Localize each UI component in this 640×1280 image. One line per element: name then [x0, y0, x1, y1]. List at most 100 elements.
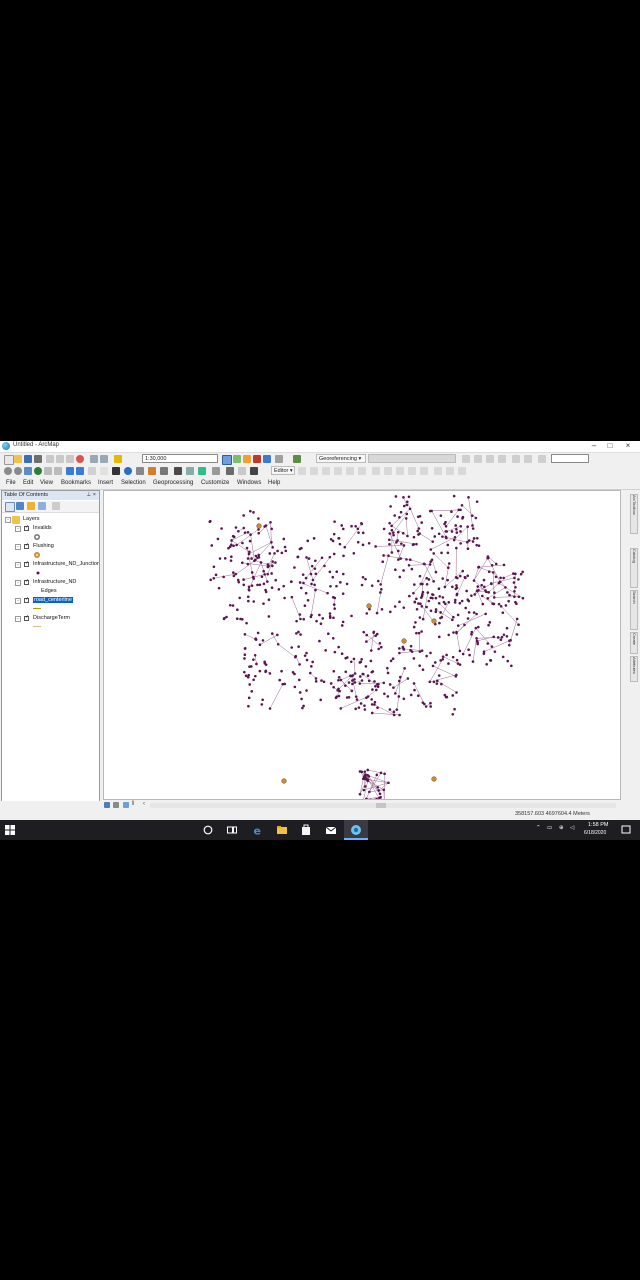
trace-icon[interactable]: [346, 467, 354, 475]
time-slider-icon[interactable]: [186, 467, 194, 475]
refresh-view-icon[interactable]: [123, 802, 129, 808]
editor-menu-button[interactable]: Editor ▾: [271, 466, 295, 475]
undo-icon[interactable]: [90, 455, 98, 463]
editor-toolbar-icon[interactable]: [222, 455, 232, 465]
fixed-zoom-in-icon[interactable]: [44, 467, 52, 475]
toc-options-icon[interactable]: [52, 502, 60, 510]
menu-windows[interactable]: Windows: [237, 480, 261, 486]
map-horizontal-scrollbar[interactable]: [150, 803, 616, 808]
layer-name-invalids[interactable]: Invalids: [33, 525, 52, 531]
menu-bookmarks[interactable]: Bookmarks: [61, 480, 91, 486]
edit-vertices-icon[interactable]: [372, 467, 380, 475]
hyperlink-icon[interactable]: [160, 467, 168, 475]
store-icon[interactable]: [300, 824, 312, 836]
network-map[interactable]: [104, 491, 621, 800]
network-visibility-checkbox[interactable]: [24, 578, 29, 585]
list-by-selection-icon[interactable]: [38, 502, 46, 510]
end-point-arc-icon[interactable]: [334, 467, 342, 475]
edit-tool-icon[interactable]: [298, 467, 306, 475]
identify-icon[interactable]: [124, 467, 132, 475]
menu-help[interactable]: Help: [268, 480, 280, 486]
link-table-icon[interactable]: [512, 455, 520, 463]
clock-time[interactable]: 1:58 PM: [588, 822, 608, 828]
georef-layer-combobox[interactable]: [368, 454, 456, 463]
arctoolbox-icon[interactable]: [253, 455, 261, 463]
paste-icon[interactable]: [66, 455, 74, 463]
pause-drawing-icon[interactable]: [250, 467, 258, 475]
scale-combobox[interactable]: 1:30,000: [142, 454, 218, 463]
html-popup-icon[interactable]: [174, 467, 182, 475]
select-features-icon[interactable]: [88, 467, 96, 475]
model-builder-icon[interactable]: [275, 455, 283, 463]
junctions-collapse-icon[interactable]: −: [15, 562, 21, 568]
flushing-visibility-checkbox[interactable]: [24, 542, 29, 549]
layer-name-discharge[interactable]: DischargeTerm: [33, 615, 70, 621]
python-window-icon[interactable]: [263, 455, 271, 463]
cut-polygons-icon[interactable]: [396, 467, 404, 475]
close-button[interactable]: ×: [622, 441, 634, 451]
pause-icon[interactable]: ‖: [132, 801, 134, 807]
menu-insert[interactable]: Insert: [98, 480, 113, 486]
split-icon[interactable]: [408, 467, 416, 475]
battery-icon[interactable]: ▭: [547, 825, 552, 831]
create-features-tab[interactable]: Create Features: [630, 632, 638, 654]
back-extent-icon[interactable]: [66, 467, 74, 475]
attributes-icon[interactable]: [434, 467, 442, 475]
add-data-icon[interactable]: [114, 455, 122, 463]
road-collapse-icon[interactable]: −: [15, 598, 21, 604]
create-viewer-icon[interactable]: [198, 467, 206, 475]
refresh-icon[interactable]: [238, 467, 246, 475]
scale-tool-icon[interactable]: [486, 455, 494, 463]
zoom-out-icon[interactable]: [14, 467, 22, 475]
clock-date[interactable]: 6/18/2020: [584, 830, 606, 836]
zoom-in-icon[interactable]: [4, 467, 12, 475]
list-by-source-icon[interactable]: [16, 502, 24, 510]
catalog-icon[interactable]: [243, 455, 251, 463]
menu-selection[interactable]: Selection: [121, 480, 146, 486]
task-view-icon[interactable]: [226, 824, 238, 836]
maximize-button[interactable]: □: [604, 441, 616, 451]
cut-icon[interactable]: [46, 455, 54, 463]
clear-selection-icon[interactable]: [100, 467, 108, 475]
fixed-zoom-out-icon[interactable]: [54, 467, 62, 475]
straight-segment-icon[interactable]: [322, 467, 330, 475]
measure-icon[interactable]: [148, 467, 156, 475]
layout-view-tab-icon[interactable]: [113, 802, 119, 808]
redo-icon[interactable]: [100, 455, 108, 463]
open-folder-icon[interactable]: [14, 455, 22, 463]
viewer-icon[interactable]: [524, 455, 532, 463]
fit-icon[interactable]: [538, 455, 546, 463]
notifications-icon[interactable]: [620, 824, 632, 836]
search-circle-icon[interactable]: [202, 824, 214, 836]
edge-browser-icon[interactable]: e: [252, 824, 264, 837]
georef-layer-icon[interactable]: [293, 455, 301, 463]
network-globe-icon[interactable]: ⊕: [559, 825, 564, 831]
discharge-collapse-icon[interactable]: −: [15, 616, 21, 622]
zoom-level-field[interactable]: [551, 454, 589, 463]
discharge-visibility-checkbox[interactable]: [24, 614, 29, 621]
list-by-visibility-icon[interactable]: [27, 502, 35, 510]
menu-geoprocessing[interactable]: Geoprocessing: [153, 480, 193, 486]
go-to-xy-icon[interactable]: [212, 467, 220, 475]
sketch-properties-icon[interactable]: [446, 467, 454, 475]
select-elements-icon[interactable]: [112, 467, 120, 475]
menu-edit[interactable]: Edit: [23, 480, 33, 486]
mail-icon[interactable]: [325, 824, 337, 836]
map-view[interactable]: [103, 490, 621, 800]
arctoolbox-tab[interactable]: ArcToolbox: [630, 494, 638, 534]
search-tab[interactable]: Search: [630, 590, 638, 630]
map-scroll-thumb[interactable]: [376, 803, 386, 808]
forward-extent-icon[interactable]: [76, 467, 84, 475]
scroll-left-icon[interactable]: ‹: [143, 801, 145, 807]
print-icon[interactable]: [34, 455, 42, 463]
layer-name-network[interactable]: Infrastructure_ND: [33, 579, 76, 585]
layer-name-junctions[interactable]: Infrastructure_ND_Junctions: [33, 561, 99, 567]
rotate-edit-icon[interactable]: [420, 467, 428, 475]
data-view-icon[interactable]: [104, 802, 110, 808]
catalog-tab[interactable]: Catalog: [630, 548, 638, 588]
layer-name-road-centerline[interactable]: road_centerline: [33, 597, 73, 603]
control-points-icon[interactable]: [498, 455, 506, 463]
edit-annotation-icon[interactable]: [310, 467, 318, 475]
create-features-icon[interactable]: [458, 467, 466, 475]
windows-start-icon[interactable]: [4, 824, 16, 836]
